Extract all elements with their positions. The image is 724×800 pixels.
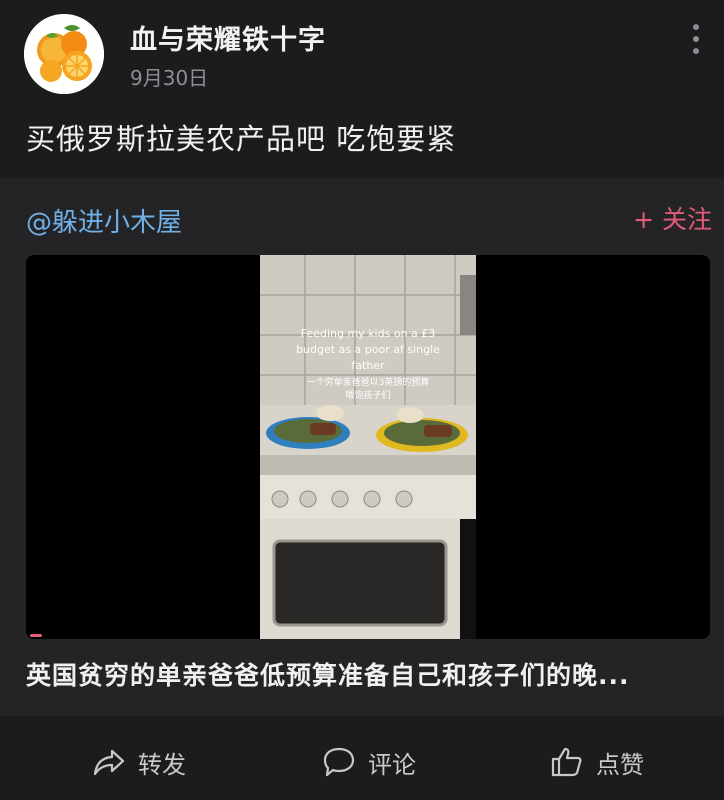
follow-button[interactable]: + 关注 — [633, 200, 712, 236]
video-caption-en-1: Feeding my kids on a £3 — [301, 327, 436, 340]
orange-fruit-avatar-icon — [24, 14, 104, 94]
video-title[interactable]: 英国贫穷的单亲爸爸低预算准备自己和孩子们的晚... — [26, 656, 706, 692]
comment-button[interactable]: 评论 — [322, 744, 416, 780]
action-bar: 转发 评论 点赞 — [0, 716, 724, 800]
post-header: 血与荣耀铁十字 9月30日 — [0, 0, 724, 100]
username[interactable]: 血与荣耀铁十字 — [130, 18, 326, 57]
post-date: 9月30日 — [130, 66, 209, 90]
video-thumbnail: Feeding my kids on a £3 budget as a poor… — [260, 255, 476, 639]
like-button[interactable]: 点赞 — [550, 744, 644, 780]
share-button[interactable]: 转发 — [92, 744, 186, 780]
video-progress-indicator — [30, 634, 42, 637]
share-label: 转发 — [138, 750, 186, 779]
comment-bubble-icon — [323, 747, 355, 777]
video-caption-cn-2: 喂饱孩子们 — [345, 389, 390, 401]
comment-label: 评论 — [368, 750, 416, 779]
video-caption-en-2: budget as a poor af single — [296, 343, 440, 356]
avatar[interactable] — [24, 14, 104, 94]
repost-card[interactable]: @躲进小木屋 + 关注 Feeding my kids on a £3 budg… — [0, 178, 724, 716]
video-caption-cn-1: 一个穷单亲爸爸以3英镑的预算 — [307, 376, 430, 388]
video-player[interactable]: Feeding my kids on a £3 budget as a poor… — [26, 255, 710, 639]
thumbs-up-icon — [551, 747, 582, 777]
repost-author-link[interactable]: @躲进小木屋 — [26, 202, 182, 239]
post-text: 买俄罗斯拉美农产品吧 吃饱要紧 — [26, 122, 457, 156]
like-label: 点赞 — [596, 750, 644, 779]
more-vertical-icon[interactable] — [690, 24, 702, 60]
share-arrow-icon — [93, 749, 125, 776]
video-caption-en-3: father — [351, 359, 385, 372]
